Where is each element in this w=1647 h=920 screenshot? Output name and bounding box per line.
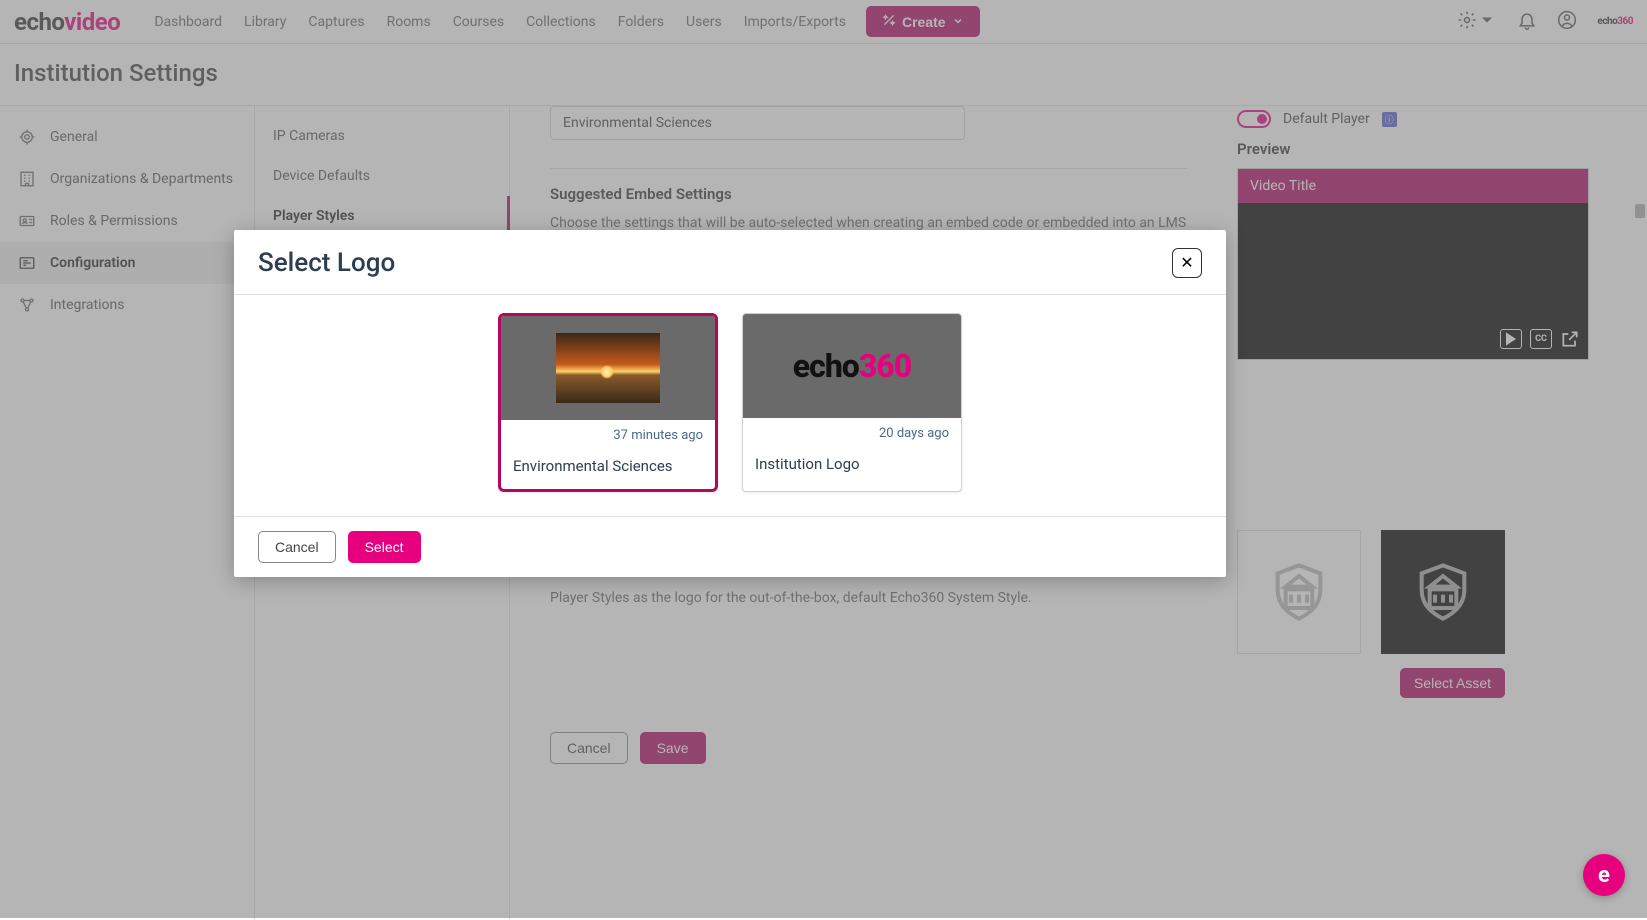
modal-cancel-button[interactable]: Cancel [258, 531, 336, 563]
asset-timestamp: 37 minutes ago [513, 428, 703, 443]
modal-footer: Cancel Select [234, 517, 1226, 577]
fab-icon: e [1598, 863, 1610, 888]
close-icon: ✕ [1180, 253, 1193, 273]
asset-card-environmental[interactable]: 37 minutes ago Environmental Sciences [498, 313, 718, 492]
modal-header: Select Logo ✕ [234, 230, 1226, 295]
sunset-image-icon [556, 333, 660, 403]
modal-select-button[interactable]: Select [348, 531, 421, 563]
asset-thumbnail: echo360 [743, 314, 961, 418]
asset-card-institution[interactable]: echo360 20 days ago Institution Logo [742, 313, 962, 492]
asset-timestamp: 20 days ago [755, 426, 949, 441]
asset-title: Institution Logo [755, 455, 949, 473]
echo360-logo-icon: echo360 [793, 347, 911, 385]
modal-close-button[interactable]: ✕ [1172, 248, 1202, 278]
modal-body: 37 minutes ago Environmental Sciences ec… [234, 295, 1226, 517]
asset-title: Environmental Sciences [513, 457, 703, 475]
asset-thumbnail [501, 316, 715, 420]
modal-title: Select Logo [258, 248, 395, 278]
select-logo-modal: Select Logo ✕ 37 minutes ago Environment… [234, 230, 1226, 577]
help-fab[interactable]: e [1583, 854, 1625, 896]
